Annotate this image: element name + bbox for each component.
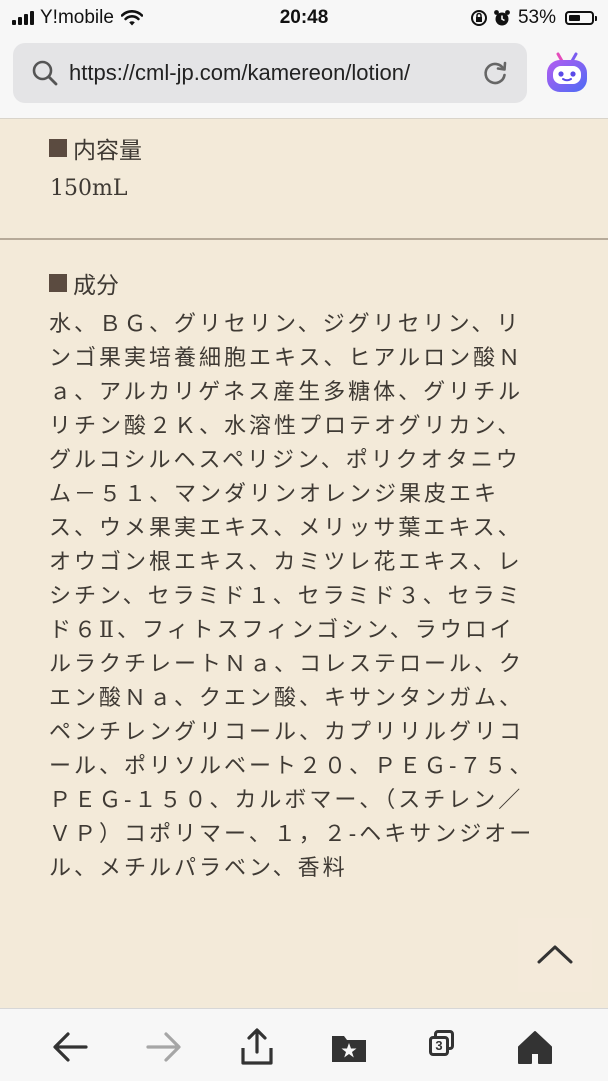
- address-bar[interactable]: https://cml-jp.com/kamereon/lotion/: [13, 43, 527, 103]
- volume-value: 150mL: [50, 176, 128, 201]
- back-arrow-icon[interactable]: [50, 1027, 90, 1067]
- ingredients-line: ル、メチルパラベン、香料: [49, 856, 348, 881]
- ingredients-line: リチン酸２Ｋ、水溶性プロテオグリカン、: [49, 414, 523, 439]
- volume-heading-text: 内容量: [73, 138, 142, 164]
- square-bullet-icon: [49, 274, 67, 292]
- ingredients-line: ａ、アルカリゲネス産生多糖体、グリチル: [49, 380, 524, 405]
- status-right: 53%: [470, 7, 597, 29]
- bookmarks-icon[interactable]: [329, 1027, 369, 1067]
- tabs-button[interactable]: 3: [422, 1027, 462, 1067]
- page-content: 内容量 150mL 成分 水、ＢＧ、グリセリン、ジグリセリン、リ ンゴ果実培養細胞…: [0, 119, 608, 1008]
- ingredients-line: ンゴ果実培養細胞エキス、ヒアルロン酸Ｎ: [49, 346, 524, 371]
- alarm-icon: [494, 10, 510, 26]
- battery-percent: 53%: [517, 7, 556, 28]
- ingredients-line: ール、ポリソルベート２０、ＰＥＧ-７５、: [49, 754, 535, 779]
- tab-count: 3: [429, 1036, 449, 1056]
- section-divider: [0, 238, 608, 240]
- ingredients-line: 水、ＢＧ、グリセリン、ジグリセリン、リ: [49, 312, 522, 337]
- volume-heading: 内容量: [49, 131, 142, 165]
- ingredients-heading-text: 成分: [73, 273, 119, 299]
- ingredients-heading: 成分: [49, 266, 119, 300]
- scroll-to-top-button[interactable]: [518, 918, 592, 992]
- share-icon[interactable]: [237, 1027, 277, 1067]
- ingredients-line: エン酸Ｎａ、クエン酸、キサンタンガム、: [49, 686, 525, 711]
- browser-address-area: https://cml-jp.com/kamereon/lotion/: [0, 34, 608, 119]
- ingredients-line: ス、ウメ果実エキス、メリッサ葉エキス、: [49, 516, 523, 541]
- ingredients-line: オウゴン根エキス、カミツレ花エキス、レ: [49, 550, 523, 575]
- battery-level: [569, 15, 580, 21]
- ingredients-line: シチン、セラミド１、セラミド３、セラミ: [49, 584, 523, 609]
- ingredients-line: ＰＥＧ-１５０、カルボマー、（スチレン／: [49, 788, 524, 813]
- browser-toolbar: 3: [0, 1008, 608, 1081]
- chevron-up-icon: [537, 945, 573, 963]
- assistant-bot-icon[interactable]: [544, 48, 590, 100]
- reload-icon[interactable]: [481, 59, 509, 87]
- square-bullet-icon: [49, 139, 67, 157]
- status-bar: Y!mobile 20:48 53%: [0, 0, 608, 34]
- ingredients-line: グルコシルヘスペリジン、ポリクオタニウ: [49, 448, 521, 473]
- ingredients-line: ＶＰ）コポリマー、１，２-ヘキサンジオー: [49, 822, 535, 847]
- ingredients-line: ペンチレングリコール、カプリリルグリコ: [49, 720, 525, 745]
- ingredients-line: ルラクチレートＮａ、コレステロール、ク: [49, 652, 525, 677]
- ingredients-line: ド６Ⅱ、フィトスフィンゴシン、ラウロイ: [49, 618, 515, 643]
- ingredients-line: ム－５１、マンダリンオレンジ果皮エキ: [49, 482, 500, 507]
- orientation-lock-icon: [470, 10, 487, 26]
- url-text[interactable]: https://cml-jp.com/kamereon/lotion/: [69, 60, 410, 86]
- battery-icon: [565, 11, 597, 25]
- home-icon[interactable]: [515, 1027, 555, 1067]
- search-icon: [32, 60, 58, 86]
- ingredients-list: 水、ＢＧ、グリセリン、ジグリセリン、リ ンゴ果実培養細胞エキス、ヒアルロン酸Ｎ ａ、…: [49, 308, 559, 886]
- forward-arrow-icon[interactable]: [144, 1027, 184, 1067]
